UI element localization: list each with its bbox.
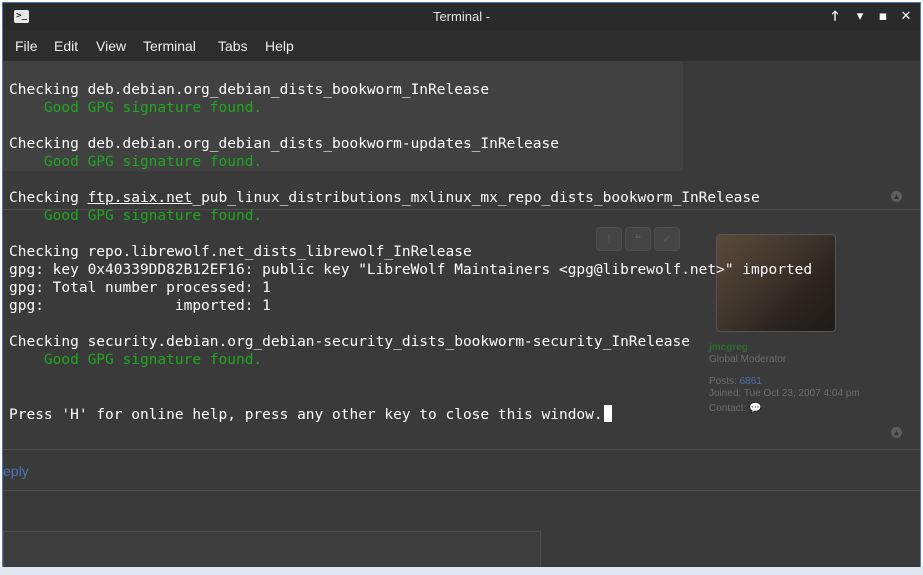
scroll-top-icon: ▲ [891,427,902,438]
keep-above-button[interactable]: 🡑 [825,7,845,27]
terminal-line: Good GPG signature found. [9,100,263,116]
terminal-line: Checking deb.debian.org_debian_dists_boo… [9,136,559,152]
terminal-line: Checking ftp.saix.net_pub_linux_distribu… [9,190,760,206]
window-title: Terminal - [432,9,491,24]
terminal-line: Checking repo.librewolf.net_dists_librew… [9,244,472,260]
menu-help[interactable]: Help [265,31,294,61]
terminal-line: gpg: imported: 1 [9,298,271,314]
terminal-line: Good GPG signature found. [9,154,263,170]
maximize-button[interactable]: ▪ [873,7,893,27]
terminal-line: Checking security.debian.org_debian-secu… [9,334,690,350]
background-panel [3,531,541,572]
terminal-line: gpg: Total number processed: 1 [9,280,271,296]
terminal-link[interactable]: ftp.saix.net [88,190,193,206]
scroll-top-icon: ▲ [891,191,902,202]
terminal-line: Press 'H' for online help, press any oth… [9,405,812,423]
terminal-line: Good GPG signature found. [9,208,263,224]
text-cursor [603,405,612,422]
menu-terminal[interactable]: Terminal [143,31,196,61]
terminal-line: Good GPG signature found. [9,352,263,368]
background-divider [3,449,920,450]
menu-bar: File Edit View Terminal Tabs Help [3,31,920,61]
menu-view[interactable]: View [96,31,126,61]
title-bar[interactable]: >_ Terminal - 🡑 ▾ ▪ ✕ [3,3,920,31]
terminal-line: gpg: key 0x40339DD82B12EF16: public key … [9,262,813,278]
menu-tabs[interactable]: Tabs [218,31,248,61]
background-divider [3,490,920,491]
menu-edit[interactable]: Edit [54,31,78,61]
menu-file[interactable]: File [15,31,38,61]
terminal-viewport[interactable]: ! ❝ ✓ jmcgreg Global Moderator Posts: 68… [3,61,920,572]
desktop-edge [0,567,923,575]
reply-link: eply [3,463,29,479]
terminal-window: >_ Terminal - 🡑 ▾ ▪ ✕ File Edit View Ter… [2,2,921,573]
terminal-line: Checking deb.debian.org_debian_dists_boo… [9,82,490,98]
close-button[interactable]: ✕ [896,7,916,27]
terminal-output[interactable]: Checking deb.debian.org_debian_dists_boo… [9,81,812,423]
minimize-button[interactable]: ▾ [850,7,870,27]
